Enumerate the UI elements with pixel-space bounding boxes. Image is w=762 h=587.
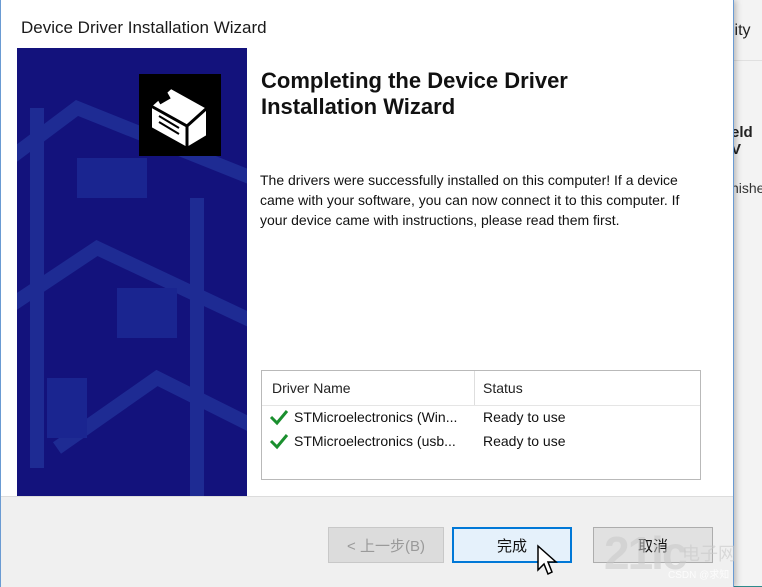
window-title: Device Driver Installation Wizard xyxy=(21,18,267,37)
computer-case-icon xyxy=(141,76,219,154)
driver-status: Ready to use xyxy=(483,433,566,449)
checkmark-icon xyxy=(269,410,289,426)
mouse-pointer-icon xyxy=(537,544,558,576)
background-window-text: nishe xyxy=(731,180,762,196)
wizard-heading: Completing the Device Driver Installatio… xyxy=(261,68,661,120)
driver-status: Ready to use xyxy=(483,409,566,425)
driver-name: STMicroelectronics (Win... xyxy=(294,409,458,425)
watermark: 21ic 电子网 CSDN @求知 xyxy=(604,524,762,586)
title-bar[interactable]: Device Driver Installation Wizard xyxy=(1,8,733,48)
column-divider[interactable] xyxy=(474,371,475,405)
heading-line-1: Completing the Device Driver xyxy=(261,68,568,93)
wizard-dialog: Device Driver Installation Wizard Comple… xyxy=(0,0,734,587)
driver-name: STMicroelectronics (usb... xyxy=(294,433,456,449)
table-row[interactable]: STMicroelectronics (Win... Ready to use xyxy=(262,407,700,429)
watermark-site-name: 电子网 xyxy=(682,544,736,564)
completion-message: The drivers were successfully installed … xyxy=(260,172,680,228)
driver-list: Driver Name Status STMicroelectronics (W… xyxy=(261,370,701,480)
background-window-heading: eld V xyxy=(731,124,753,158)
column-header-status[interactable]: Status xyxy=(483,380,523,396)
back-button[interactable]: < 上一步(B) xyxy=(328,527,444,563)
checkmark-icon xyxy=(269,434,289,450)
driver-list-header: Driver Name Status xyxy=(262,371,700,406)
watermark-credit: CSDN @求知 xyxy=(668,570,730,581)
heading-line-2: Installation Wizard xyxy=(261,94,456,119)
background-window-separator xyxy=(731,60,762,61)
column-header-driver-name[interactable]: Driver Name xyxy=(272,380,351,396)
table-row[interactable]: STMicroelectronics (usb... Ready to use xyxy=(262,431,700,453)
device-driver-icon xyxy=(139,74,221,156)
